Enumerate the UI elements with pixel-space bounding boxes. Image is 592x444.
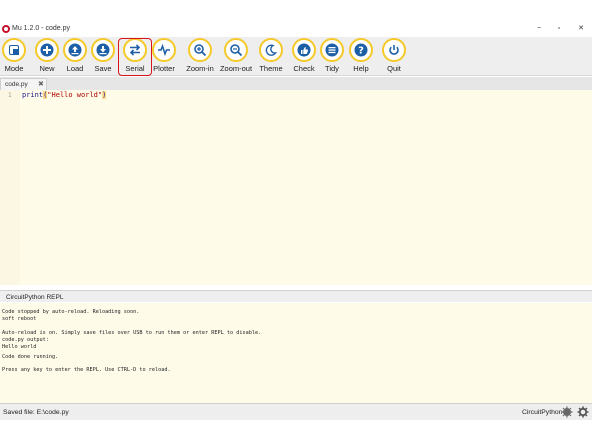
quit-label: Quit (387, 64, 401, 73)
pulse-icon (158, 43, 170, 57)
tab-label: code.py (5, 81, 28, 88)
code-editor[interactable]: 1 print("Hello world") (0, 90, 592, 285)
tab-code-py[interactable]: code.py ✖ (0, 78, 47, 90)
close-button[interactable]: ✕ (573, 24, 589, 34)
code-line[interactable]: print("Hello world") (22, 90, 107, 100)
download-icon (96, 43, 110, 57)
thumbs-up-icon (297, 43, 311, 57)
mode-icon (9, 45, 19, 55)
tab-bar: code.py ✖ (0, 77, 592, 90)
question-icon: ? (354, 43, 368, 57)
upload-icon (68, 43, 82, 57)
quit-button[interactable]: Quit (380, 37, 408, 76)
lines-icon (325, 43, 339, 57)
toolbar: Mode New Load Save Serial Plotter Zoom-i… (0, 37, 592, 76)
repl-line: Hello world (2, 344, 37, 350)
repl-line: Auto-reload is on. Simply save files ove… (2, 330, 262, 336)
repl-line: Press any key to enter the REPL. Use CTR… (2, 367, 171, 373)
title-bar: Mu 1.2.0 - code.py − ▫ ✕ (0, 24, 592, 37)
line-gutter: 1 (0, 90, 20, 285)
maximize-button[interactable]: ▫ (551, 24, 567, 34)
code-close-paren: ) (102, 91, 107, 99)
window-title: Mu 1.2.0 - code.py (12, 25, 70, 32)
repl-header: CircuitPython REPL (0, 290, 592, 302)
status-message: Saved file: E:\code.py (3, 409, 69, 416)
mode-indicator[interactable]: CircuitPython (522, 408, 562, 417)
repl-title: CircuitPython REPL (6, 294, 64, 301)
line-number: 1 (8, 92, 12, 99)
moon-icon (265, 44, 277, 56)
repl-line: code.py output: (2, 337, 49, 343)
minimize-button[interactable]: − (531, 24, 547, 34)
serial-highlight-box (118, 38, 152, 76)
svg-text:?: ? (358, 46, 364, 57)
tab-close-icon[interactable]: ✖ (38, 80, 44, 89)
status-bar: Saved file: E:\code.py CircuitPython (0, 403, 592, 420)
code-string: "Hello world" (47, 91, 103, 99)
repl-line: Code stopped by auto-reload. Reloading s… (2, 309, 140, 315)
zoom-in-icon (194, 44, 207, 57)
zoom-out-icon (230, 44, 243, 57)
power-icon (389, 45, 399, 55)
code-func: print (22, 91, 44, 99)
gear-icon[interactable] (577, 406, 589, 418)
repl-pane[interactable]: Code stopped by auto-reload. Reloading s… (0, 303, 592, 403)
plus-icon (40, 43, 54, 57)
repl-line: Code done running. (2, 354, 59, 360)
chip-icon[interactable] (561, 406, 573, 418)
mu-logo-icon (2, 25, 10, 33)
repl-line: soft reboot (2, 316, 37, 322)
